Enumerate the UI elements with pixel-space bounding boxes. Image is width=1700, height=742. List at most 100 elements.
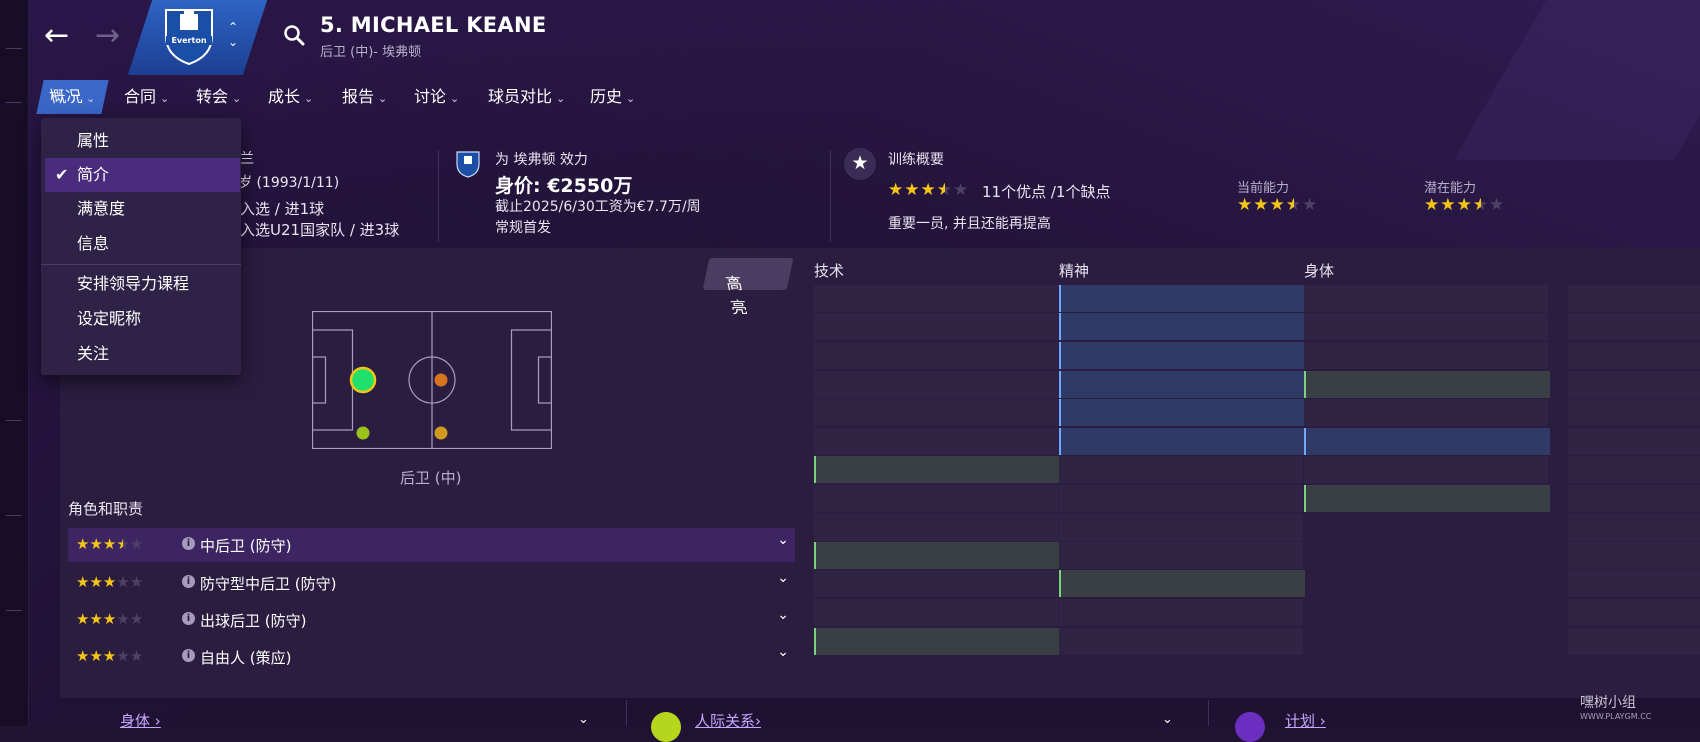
divider <box>438 150 439 242</box>
col-header-mental: 精神 <box>1059 262 1090 280</box>
tab-discuss[interactable]: 讨论 ⌄ <box>414 80 459 114</box>
watermark: 嘿树小组 WWW.PLAYGM.CC <box>1580 695 1652 721</box>
club-crest-icon[interactable]: Everton <box>160 6 218 66</box>
sidebar-tick <box>6 48 22 49</box>
role-stars: ★★★★★ <box>76 535 144 553</box>
chevron-down-icon[interactable]: ⌄ <box>777 607 789 623</box>
position-label: 后卫 (中) <box>400 469 462 487</box>
chevron-down-icon[interactable]: ⌄ <box>777 570 789 586</box>
attribute-cell <box>1304 428 1550 455</box>
chevron-up-icon[interactable]: ⌃ <box>228 20 238 35</box>
bio-caps: 入选 / 进1球 <box>240 200 325 218</box>
chevron-down-icon[interactable]: ⌄ <box>777 644 789 660</box>
bottom-link-physical[interactable]: 身体 › <box>120 710 161 731</box>
chevron-down-icon[interactable]: ⌄ <box>1162 712 1173 727</box>
info-icon[interactable]: i <box>182 575 195 588</box>
role-name: 中后卫 (防守) <box>200 537 292 555</box>
tab-overview[interactable]: 概况⌄ <box>36 80 109 114</box>
player-switch-arrows[interactable]: ⌃ ⌄ <box>228 20 238 50</box>
attribute-cell <box>814 428 1058 455</box>
attribute-cell <box>1059 313 1305 340</box>
star-icon: ★ <box>851 152 869 174</box>
potential-ability-label: 潜在能力 <box>1424 181 1477 196</box>
role-stars: ★★★★★ <box>76 573 144 591</box>
menu-item-attributes[interactable]: 属性 <box>41 124 241 158</box>
role-row[interactable]: ★★★★★ i 防守型中后卫 (防守) ⌄ <box>68 566 795 600</box>
bio-dob: 岁 (1993/1/11) <box>238 175 340 191</box>
bottom-link-plan[interactable]: 计划 › <box>1285 710 1326 731</box>
attribute-cell <box>1059 485 1303 512</box>
sidebar-tick <box>6 610 22 611</box>
menu-item-happiness[interactable]: 满意度 <box>41 192 241 226</box>
attribute-cell <box>1059 342 1305 369</box>
attribute-cell <box>1304 485 1550 512</box>
role-row[interactable]: ★★★★★ i 出球后卫 (防守) ⌄ <box>68 603 795 637</box>
chevron-down-icon[interactable]: ⌄ <box>578 712 589 727</box>
search-icon[interactable] <box>283 24 305 46</box>
chevron-down-icon[interactable]: ⌄ <box>228 35 238 50</box>
attribute-cell <box>1568 456 1700 483</box>
menu-item-leadership[interactable]: 安排领导力课程 <box>41 267 241 301</box>
tab-compare[interactable]: 球员对比 ⌄ <box>488 80 565 114</box>
tab-development[interactable]: 成长 ⌄ <box>268 80 313 114</box>
role-row[interactable]: ★★★★★ i 中后卫 (防守) ⌄ <box>68 528 795 562</box>
sidebar-tick <box>6 420 22 421</box>
crest-text: Everton <box>171 36 206 45</box>
plan-icon <box>1235 712 1265 742</box>
menu-item-nickname[interactable]: 设定昵称 <box>41 302 241 336</box>
position-marker <box>356 426 370 440</box>
forward-arrow-icon[interactable]: → <box>95 20 120 52</box>
bottom-link-relations[interactable]: 人际关系› <box>695 710 761 731</box>
training-rating-stars: ★★★★★ <box>888 180 970 200</box>
tab-contract[interactable]: 合同 ⌄ <box>124 80 169 114</box>
attribute-cell <box>814 342 1058 369</box>
tab-history[interactable]: 历史 ⌄ <box>590 80 635 114</box>
role-name: 防守型中后卫 (防守) <box>200 575 337 593</box>
info-icon[interactable]: i <box>182 649 195 662</box>
back-arrow-icon[interactable]: ← <box>44 20 69 52</box>
tab-reports[interactable]: 报告 ⌄ <box>342 80 387 114</box>
club-value: 身价: €2550万 <box>495 175 633 197</box>
attribute-cell <box>1304 342 1548 369</box>
divider <box>626 700 627 726</box>
attribute-cell <box>1568 285 1700 312</box>
menu-item-info[interactable]: 信息 <box>41 227 241 261</box>
attribute-cell <box>1059 285 1305 312</box>
position-marker-main <box>349 366 377 394</box>
menu-item-follow[interactable]: 关注 <box>41 337 241 371</box>
training-strengths: 11个优点 /1个缺点 <box>982 183 1111 201</box>
club-contract: 截止2025/6/30工资为€7.7万/周 <box>495 199 701 215</box>
training-title[interactable]: 训练概要 <box>888 149 944 169</box>
sidebar-tick <box>6 102 22 103</box>
info-icon[interactable]: i <box>182 612 195 625</box>
attribute-cell <box>1568 628 1700 655</box>
chevron-down-icon[interactable]: ⌄ <box>777 532 789 548</box>
potential-ability-stars: ★★★★★ <box>1424 195 1506 215</box>
attribute-cell <box>1568 342 1700 369</box>
club-plays-for[interactable]: 为 埃弗顿 效力 <box>495 149 588 169</box>
attribute-cell <box>1568 371 1700 398</box>
attribute-cell <box>814 570 1058 597</box>
training-summary: 重要一员, 并且还能再提高 <box>888 216 1051 232</box>
role-row[interactable]: ★★★★★ i 自由人 (策应) ⌄ <box>68 640 795 674</box>
player-position-club[interactable]: 后卫 (中)- 埃弗顿 <box>320 41 421 60</box>
highlight-dropdown[interactable]: 高亮 ⌄ <box>702 258 794 317</box>
col-header-physical: 身体 <box>1304 262 1335 280</box>
attribute-cell <box>1059 456 1303 483</box>
current-ability-label: 当前能力 <box>1237 181 1290 196</box>
attribute-cell <box>1568 599 1700 626</box>
attribute-cell <box>1304 456 1548 483</box>
attribute-cell <box>814 456 1060 483</box>
attribute-cell <box>1568 570 1700 597</box>
attribute-cell <box>1304 371 1550 398</box>
attribute-cell <box>1568 428 1700 455</box>
attribute-cell <box>1059 428 1305 455</box>
menu-item-profile[interactable]: ✔ 简介 <box>45 158 240 192</box>
attribute-cell <box>1568 399 1700 426</box>
position-marker <box>434 426 448 440</box>
check-icon: ✔ <box>55 165 69 184</box>
tab-transfer[interactable]: 转会 ⌄ <box>196 80 241 114</box>
info-icon[interactable]: i <box>182 537 195 550</box>
overview-dropdown-menu: 属性 ✔ 简介 满意度 信息 安排领导力课程 设定昵称 关注 <box>41 118 241 375</box>
attribute-cell <box>1304 285 1548 312</box>
